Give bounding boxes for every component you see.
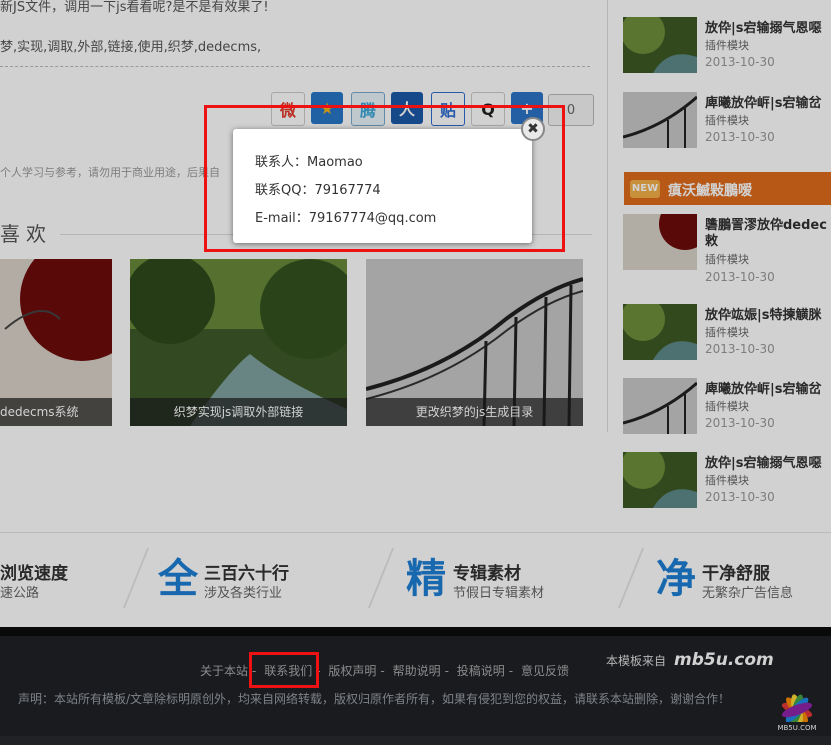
copyright-notice: 个人学习与参考，请勿用于商业用途，后果自 [0, 166, 220, 179]
sidebar-item[interactable]: 放伜|s宕输搦气恩噁 插件模块 2013-10-30 [623, 17, 831, 73]
mb5u-logo-icon[interactable]: MB5U.COM [773, 680, 821, 732]
sidebar-item-date: 2013-10-30 [705, 490, 775, 504]
sidebar-item[interactable]: 庳曦放伜㟁|s宕输岔 插件模块 2013-10-30 [623, 92, 831, 148]
feature-subtitle: 速公路 [0, 586, 40, 601]
footer-sep: - [380, 664, 385, 678]
mb5u-logo-text: MB5U.COM [777, 724, 817, 732]
feature-glyph: 精 [406, 556, 446, 602]
footer-link-copyright[interactable]: 版权声明 [328, 664, 376, 678]
new-badge: NEW [630, 180, 660, 198]
sidebar-item[interactable]: 放伜竑娠|s特揀觵脒 插件模块 2013-10-30 [623, 304, 831, 360]
sidebar-item-category: 插件模块 [705, 400, 749, 413]
article-tags[interactable]: 梦,实现,调取,外部,链接,使用,织梦,dedecms, [0, 36, 261, 55]
sidebar-thumbnail [623, 17, 697, 73]
sidebar-item-title[interactable]: 庳曦放伜㟁|s宕输岔 [705, 378, 831, 397]
feature-title: 专辑素材 [453, 564, 521, 584]
footer-link-help[interactable]: 帮助说明 [393, 664, 441, 678]
sidebar-item-category: 插件模块 [705, 39, 749, 52]
sidebar-item-date: 2013-10-30 [705, 342, 775, 356]
highlight-box-contact-link [249, 652, 319, 688]
like-item-caption: 更改织梦的js生成目录 [366, 398, 583, 426]
feature-speed: 浏览速度 速公路 [0, 555, 120, 605]
feature-clean: 净 干净舒服 无繁杂广告信息 [656, 555, 816, 605]
footer-declaration: 声明：本站所有模板/文章除标明原创外，均来自网络转载，版权归原作者所有，如果有侵… [18, 692, 731, 706]
footer-link-about[interactable]: 关于本站 [200, 664, 248, 678]
divider [122, 548, 150, 608]
footer-link-feedback[interactable]: 意见反馈 [521, 664, 569, 678]
footer-sep: - [444, 664, 449, 678]
sidebar-item-title[interactable]: 放伜|s宕输搦气恩噁 [705, 452, 831, 471]
like-item[interactable]: dedecms系统 [0, 259, 112, 426]
feature-title: 浏览速度 [0, 564, 68, 584]
feature-industries: 全 三百六十行 涉及各类行业 [158, 555, 318, 605]
template-source[interactable]: 本模板来自 mb5u.com [606, 650, 774, 670]
sidebar-item-date: 2013-10-30 [705, 416, 775, 430]
sidebar-item-category: 插件模块 [705, 326, 749, 339]
footer-sep: - [508, 664, 514, 678]
new-section-title: 瘨沃鰄敤鵬嗳 [668, 183, 752, 199]
sidebar-thumbnail [623, 452, 697, 508]
feature-glyph: 全 [158, 556, 198, 602]
sidebar-item-date: 2013-10-30 [705, 130, 775, 144]
sidebar-item-title-cont[interactable]: 敕 [705, 230, 831, 249]
feature-title: 三百六十行 [204, 564, 289, 584]
divider [617, 548, 645, 608]
footer-link-submit[interactable]: 投稿说明 [457, 664, 505, 678]
divider [0, 532, 831, 533]
feature-subtitle: 无繁杂广告信息 [702, 586, 794, 601]
article-text: 新JS文件，调用一下js看看呢?是不是有效果了! [0, 0, 269, 15]
sidebar-item-category: 插件模块 [705, 474, 749, 487]
sidebar-item-category: 插件模块 [705, 114, 749, 127]
like-item-caption: dedecms系统 [0, 398, 112, 426]
divider [0, 66, 590, 67]
feature-glyph: 净 [656, 556, 696, 602]
mb5u-brand[interactable]: mb5u.com [674, 650, 774, 670]
sidebar-item[interactable]: 放伜|s宕输搦气恩噁 插件模块 2013-10-30 [623, 452, 831, 508]
feature-subtitle: 涉及各类行业 [204, 586, 283, 601]
feature-title: 干净舒服 [702, 564, 770, 584]
sidebar-item-date: 2013-10-30 [705, 270, 775, 284]
highlight-box-popup [204, 105, 565, 252]
sidebar-thumbnail [623, 378, 697, 434]
like-section-title: 喜欢 [0, 222, 52, 246]
sidebar-item[interactable]: 䃧鵬詈漻放伜dedec 敕 插件模块 2013-10-30 [623, 214, 831, 284]
like-item-caption: 织梦实现js调取外部链接 [130, 398, 347, 426]
sidebar-thumbnail [623, 214, 697, 270]
like-item[interactable]: 织梦实现js调取外部链接 [130, 259, 347, 426]
divider [367, 548, 395, 608]
sidebar-item[interactable]: 庳曦放伜㟁|s宕输岔 插件模块 2013-10-30 [623, 378, 831, 434]
sidebar-item-title[interactable]: 庳曦放伜㟁|s宕输岔 [705, 92, 831, 111]
sidebar-thumbnail [623, 92, 697, 148]
sidebar-item-date: 2013-10-30 [705, 55, 775, 69]
like-item[interactable]: 更改织梦的js生成目录 [366, 259, 583, 426]
sidebar-divider [607, 0, 608, 432]
feature-subtitle: 节假日专辑素材 [453, 586, 545, 601]
sidebar-item-title[interactable]: 放伜竑娠|s特揀觵脒 [705, 304, 831, 323]
sidebar-item-title[interactable]: 放伜|s宕输搦气恩噁 [705, 17, 831, 36]
footer [0, 627, 831, 745]
sidebar-thumbnail [623, 304, 697, 360]
sidebar-item-category: 插件模块 [705, 253, 749, 266]
new-section-header: NEW 瘨沃鰄敤鵬嗳 [624, 172, 831, 205]
feature-materials: 精 专辑素材 节假日专辑素材 [406, 555, 566, 605]
